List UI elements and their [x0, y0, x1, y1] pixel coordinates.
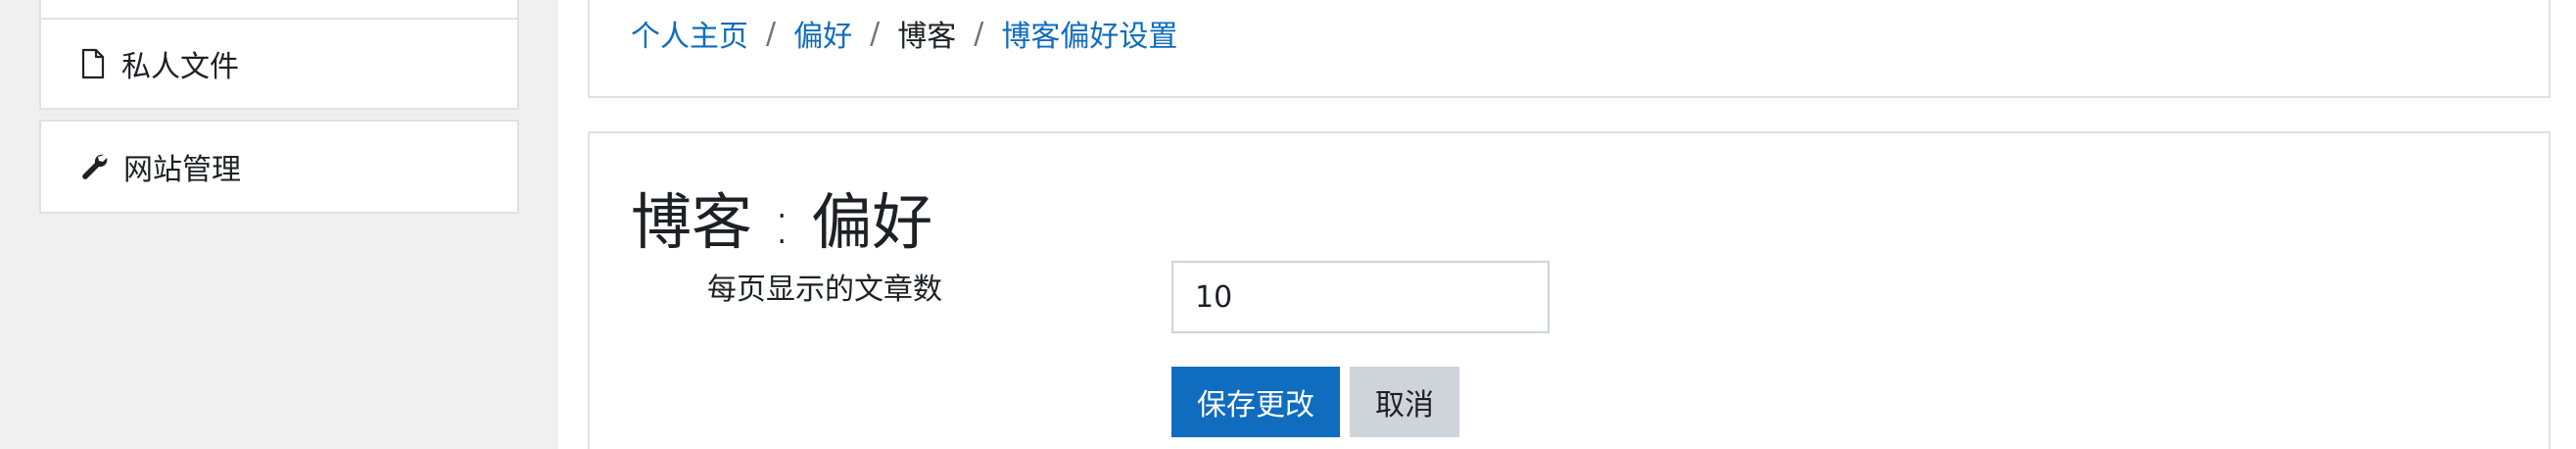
posts-per-page-input[interactable]	[1171, 261, 1550, 333]
save-button[interactable]: 保存更改	[1171, 367, 1340, 437]
page-title: 博客 : 偏好	[631, 186, 933, 258]
sidebar-card-stub	[39, 0, 519, 20]
cancel-button[interactable]: 取消	[1350, 367, 1459, 437]
page-header: 个人主页 / 偏好 / 博客 / 博客偏好设置	[588, 0, 2551, 98]
sidebar-item-site-admin[interactable]: 网站管理	[39, 120, 519, 214]
breadcrumb-separator: /	[870, 16, 881, 51]
posts-per-page-label: 每页显示的文章数	[707, 273, 942, 307]
breadcrumb-blog: 博客	[897, 20, 957, 54]
breadcrumb-preferences-link[interactable]: 偏好	[793, 12, 852, 55]
breadcrumb: 个人主页 / 偏好 / 博客 / 博客偏好设置	[631, 12, 1177, 55]
breadcrumb-dashboard-link[interactable]: 个人主页	[631, 12, 748, 55]
sidebar-item-label: 私人文件	[121, 50, 239, 84]
main-content: 博客 : 偏好 每页显示的文章数 保存更改 取消	[588, 131, 2551, 449]
sidebar-link-private-files[interactable]: 私人文件	[80, 20, 239, 108]
left-drawer: 私人文件 网站管理	[0, 0, 558, 449]
breadcrumb-blog-preferences-link[interactable]: 博客偏好设置	[1001, 12, 1177, 55]
breadcrumb-separator: /	[766, 16, 777, 51]
sidebar-link-site-admin[interactable]: 网站管理	[80, 122, 241, 212]
file-icon	[80, 48, 106, 79]
sidebar-item-label: 网站管理	[123, 153, 241, 187]
wrench-icon	[80, 152, 108, 181]
sidebar-item-private-files[interactable]: 私人文件	[39, 18, 519, 110]
breadcrumb-separator: /	[974, 16, 984, 51]
